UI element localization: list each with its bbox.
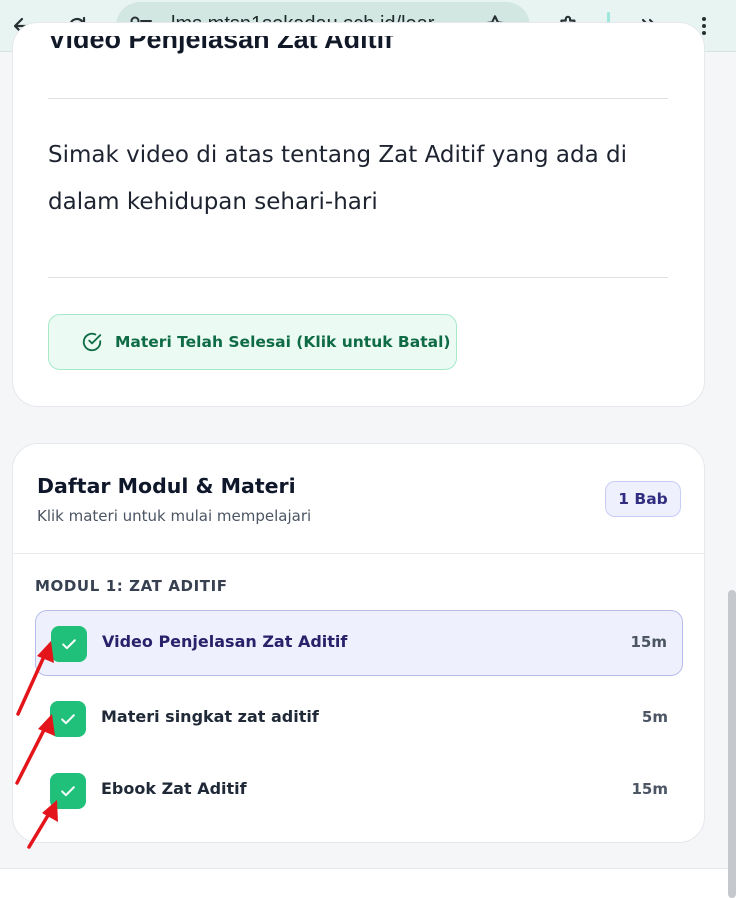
- lesson-item[interactable]: Materi singkat zat aditif 5m: [35, 686, 683, 748]
- mark-complete-button[interactable]: Materi Telah Selesai (Klik untuk Batal): [48, 314, 457, 370]
- completed-check-icon: [50, 773, 86, 809]
- check-circle-icon: [82, 332, 102, 352]
- content-divider-bottom: [48, 277, 668, 278]
- chapter-count-badge: 1 Bab: [605, 481, 681, 517]
- lesson-name: Materi singkat zat aditif: [101, 707, 319, 726]
- completed-check-icon: [50, 701, 86, 737]
- lesson-heading-clip: Video Penjelasan Zat Aditif: [48, 36, 548, 62]
- mark-complete-label: Materi Telah Selesai (Klik untuk Batal): [115, 333, 451, 351]
- completed-check-icon: [51, 626, 87, 662]
- lesson-duration: 15m: [630, 633, 667, 651]
- module-list-title: Daftar Modul & Materi: [37, 474, 296, 498]
- module-list-subtitle: Klik materi untuk mulai mempelajari: [37, 507, 312, 525]
- lesson-name: Ebook Zat Aditif: [101, 779, 247, 798]
- page-scrollbar[interactable]: [728, 590, 736, 898]
- lesson-description: Simak video di atas tentang Zat Aditif y…: [48, 142, 627, 215]
- module-list-card: Daftar Modul & Materi Klik materi untuk …: [12, 443, 705, 843]
- module-header-divider: [13, 553, 704, 554]
- lesson-name: Video Penjelasan Zat Aditif: [102, 632, 348, 651]
- content-divider-top: [48, 98, 668, 99]
- lesson-duration: 5m: [641, 708, 668, 726]
- bottom-bar: [0, 868, 736, 898]
- lesson-item[interactable]: Video Penjelasan Zat Aditif 15m: [35, 610, 683, 676]
- lesson-item[interactable]: Ebook Zat Aditif 15m: [35, 758, 683, 820]
- lesson-duration: 15m: [631, 780, 668, 798]
- lesson-heading: Video Penjelasan Zat Aditif: [48, 36, 394, 54]
- module-section-label: MODUL 1: ZAT ADITIF: [35, 577, 228, 595]
- module-list-header: Daftar Modul & Materi Klik materi untuk …: [13, 444, 704, 553]
